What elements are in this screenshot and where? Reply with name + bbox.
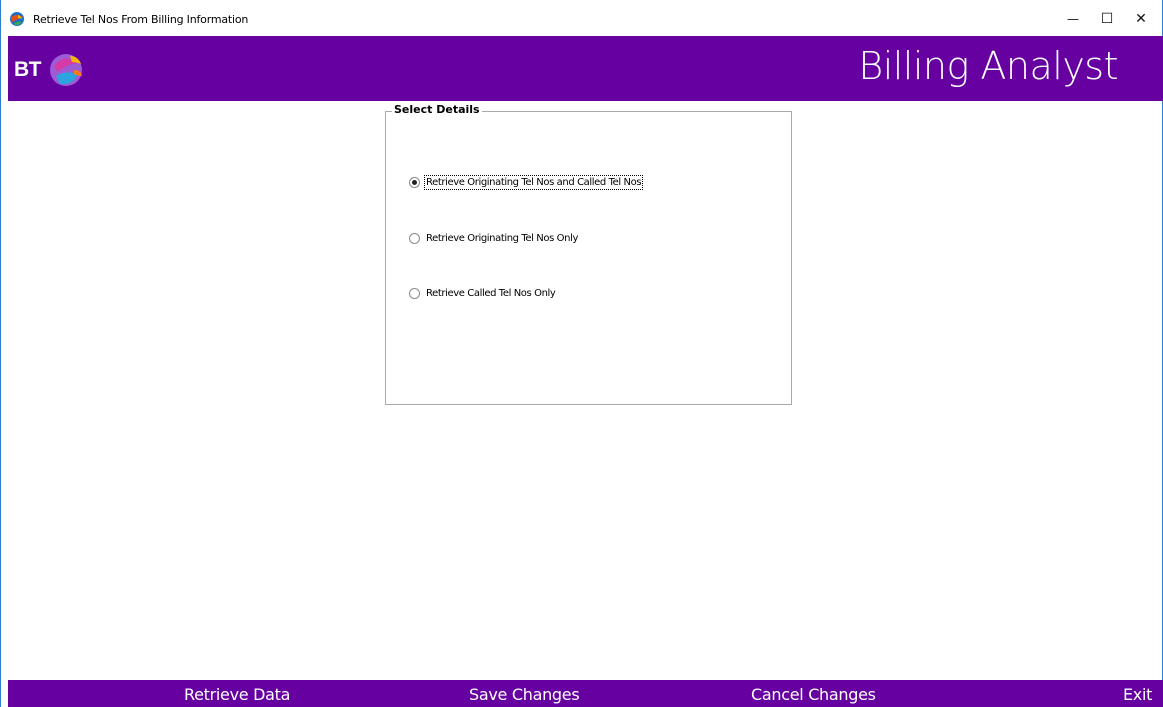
save-changes-button[interactable]: Save Changes [469, 685, 580, 704]
option-label: Retrieve Originating Tel Nos Only [426, 233, 578, 244]
close-icon: ✕ [1135, 11, 1147, 27]
maximize-button[interactable]: ☐ [1092, 6, 1122, 32]
option-originating-only[interactable]: Retrieve Originating Tel Nos Only [409, 233, 578, 244]
option-originating-and-called[interactable]: Retrieve Originating Tel Nos and Called … [409, 175, 644, 190]
radio-button[interactable] [409, 233, 420, 244]
bt-logo-text: BT [14, 58, 42, 81]
cancel-changes-button[interactable]: Cancel Changes [751, 685, 876, 704]
exit-button[interactable]: Exit [1123, 685, 1152, 704]
select-details-group [385, 111, 792, 405]
option-label: Retrieve Originating Tel Nos and Called … [423, 175, 644, 190]
option-label: Retrieve Called Tel Nos Only [426, 288, 556, 299]
minimize-button[interactable]: — [1058, 6, 1088, 32]
maximize-icon: ☐ [1100, 11, 1114, 27]
header-banner: BT Billing Analyst [8, 36, 1163, 101]
select-details-legend: Select Details [392, 103, 482, 116]
title-bar: Retrieve Tel Nos From Billing Informatio… [1, 0, 1162, 36]
bt-piper-logo-icon [50, 54, 82, 86]
main-window: Retrieve Tel Nos From Billing Informatio… [0, 0, 1163, 707]
option-called-only[interactable]: Retrieve Called Tel Nos Only [409, 288, 556, 299]
app-globe-icon [10, 12, 24, 26]
radio-button[interactable] [409, 177, 420, 188]
retrieve-data-button[interactable]: Retrieve Data [184, 685, 290, 704]
footer-toolbar: Retrieve Data Save Changes Cancel Change… [8, 680, 1163, 707]
radio-button[interactable] [409, 288, 420, 299]
app-title: Billing Analyst [858, 44, 1118, 88]
minimize-icon: — [1067, 12, 1079, 26]
close-button[interactable]: ✕ [1126, 6, 1156, 32]
window-title: Retrieve Tel Nos From Billing Informatio… [33, 13, 249, 26]
